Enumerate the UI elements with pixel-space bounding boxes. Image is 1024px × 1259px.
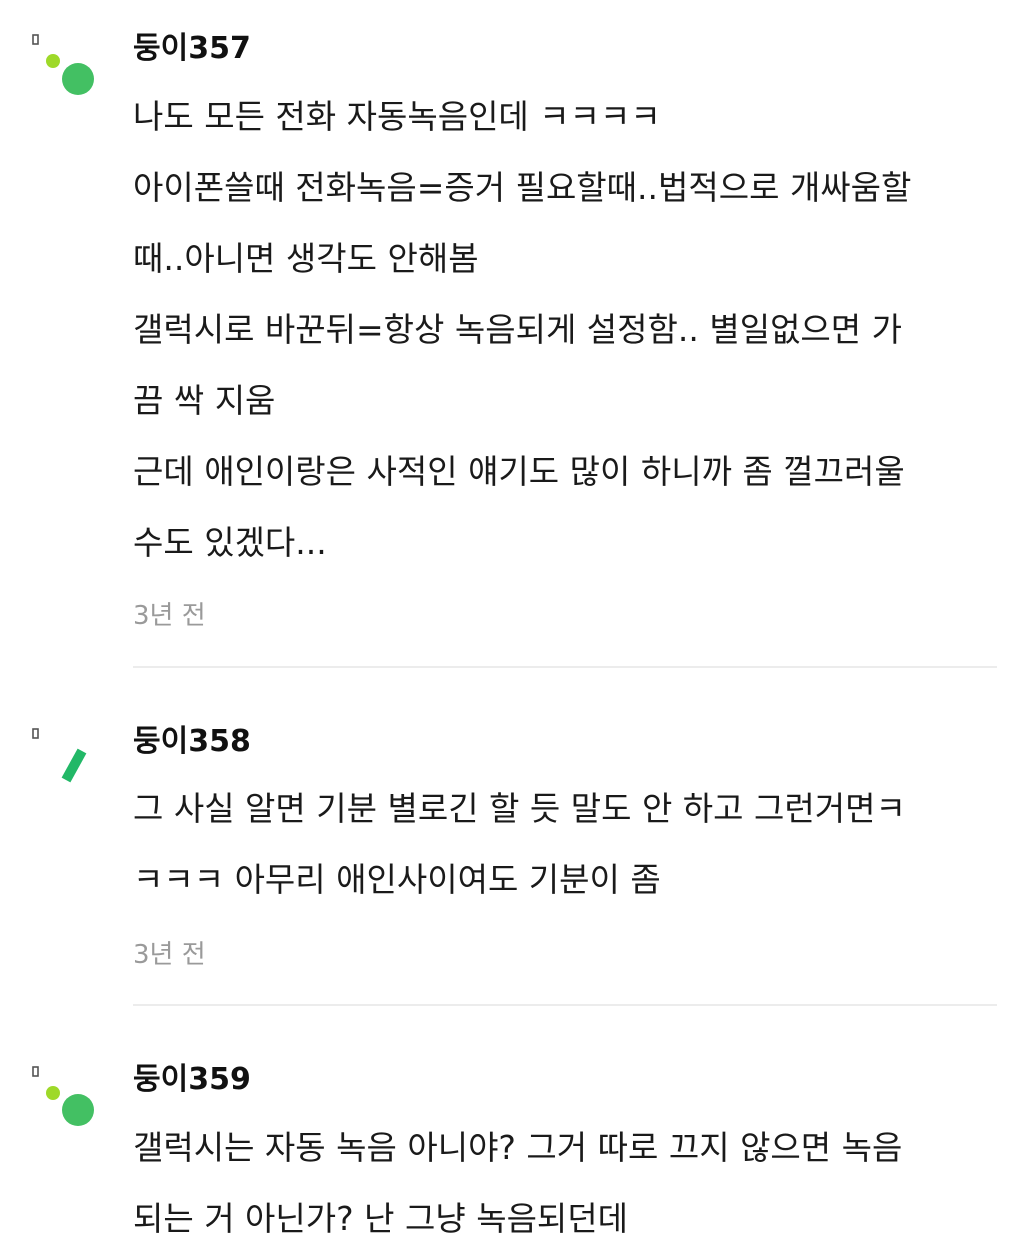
comment-line: 끔 싹 지움 bbox=[133, 381, 276, 420]
comment-body: 그 사실 알면 기분 별로긴 할 듯 말도 안 하고 그런거면ㅋ ㅋㅋㅋ 아무리… bbox=[133, 773, 1003, 915]
comment-line: 되는 거 아닌가? 난 그냥 녹음되던데 bbox=[133, 1199, 629, 1238]
avatar[interactable] bbox=[28, 1062, 100, 1134]
comment-author[interactable]: 둥이357 bbox=[133, 31, 251, 67]
comment-line: 근데 애인이랑은 사적인 얘기도 많이 하니까 좀 껄끄러울 bbox=[133, 452, 905, 491]
comment-time: 3년 전 bbox=[133, 601, 206, 631]
dots-avatar-icon bbox=[32, 1066, 94, 1126]
comment-author[interactable]: 둥이359 bbox=[133, 1062, 251, 1098]
dots-avatar-icon bbox=[32, 34, 94, 95]
comment-time: 3년 전 bbox=[133, 940, 206, 970]
slash-avatar-icon bbox=[32, 728, 87, 783]
comment-line: 때..아니면 생각도 안해봄 bbox=[133, 239, 479, 278]
avatar[interactable] bbox=[28, 724, 100, 796]
avatar[interactable] bbox=[28, 30, 100, 102]
comment-line: 아이폰쓸때 전화녹음=증거 필요할때..법적으로 개싸움할 bbox=[133, 168, 912, 207]
comment-line: 그 사실 알면 기분 별로긴 할 듯 말도 안 하고 그런거면ㅋ bbox=[133, 789, 906, 828]
comment-body: 갤럭시는 자동 녹음 아니야? 그거 따로 끄지 않으면 녹음 되는 거 아닌가… bbox=[133, 1112, 1003, 1254]
comment-body: 나도 모든 전화 자동녹음인데 ㅋㅋㅋㅋ 아이폰쓸때 전화녹음=증거 필요할때.… bbox=[133, 81, 1003, 578]
comment-line: 갤럭시는 자동 녹음 아니야? 그거 따로 끄지 않으면 녹음 bbox=[133, 1128, 903, 1167]
comment-line: 갤럭시로 바꾼뒤=항상 녹음되게 설정함.. 별일없으면 가 bbox=[133, 310, 902, 349]
comment-divider bbox=[133, 666, 997, 668]
comment-line: ㅋㅋㅋ 아무리 애인사이여도 기분이 좀 bbox=[133, 860, 661, 899]
comment-line: 나도 모든 전화 자동녹음인데 ㅋㅋㅋㅋ bbox=[133, 97, 661, 136]
comment-line: 수도 있겠다... bbox=[133, 523, 327, 562]
comment-divider bbox=[133, 1004, 997, 1006]
comment-author[interactable]: 둥이358 bbox=[133, 724, 251, 760]
